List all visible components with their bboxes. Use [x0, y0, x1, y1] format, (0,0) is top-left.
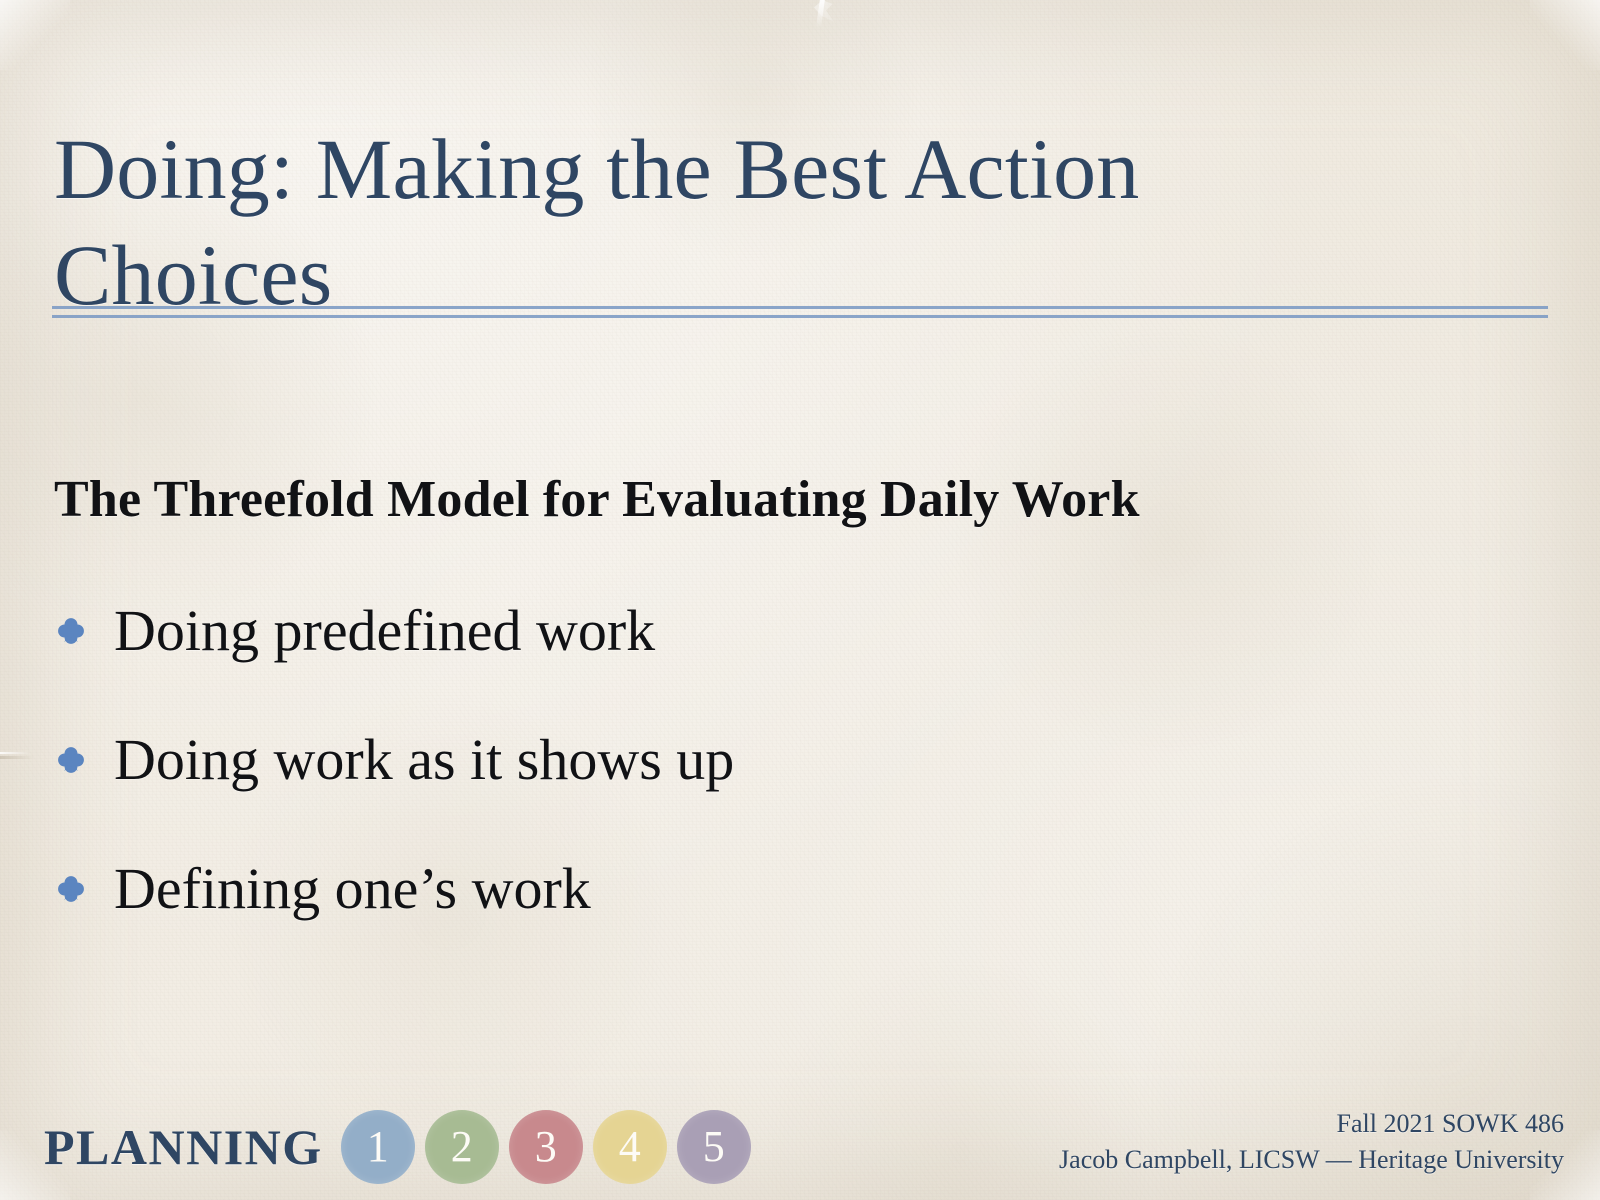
step-dot-1[interactable]: 1	[340, 1110, 415, 1184]
title-divider	[52, 306, 1548, 318]
quatrefoil-bullet-icon	[54, 614, 100, 653]
step-dot-4-number: 4	[618, 1122, 641, 1171]
step-dot-3[interactable]: 3	[508, 1110, 583, 1184]
step-dot-2-number: 2	[450, 1122, 473, 1171]
footer-attribution: Fall 2021 SOWK 486 Jacob Campbell, LICSW…	[1059, 1106, 1564, 1178]
footer-course-line: Fall 2021 SOWK 486	[1336, 1109, 1565, 1139]
step-dot-2[interactable]: 2	[424, 1110, 499, 1184]
footer-progress-indicator: Planning 1 2 3 4 5	[44, 1110, 751, 1184]
step-dot-1-number: 1	[366, 1122, 389, 1171]
list-item: Doing work as it shows up	[54, 726, 1514, 792]
slide-body: The Threefold Model for Evaluating Daily…	[54, 470, 1514, 920]
section-label-planning: Planning	[44, 1119, 323, 1175]
quatrefoil-bullet-icon	[54, 743, 100, 782]
list-item: Doing predefined work	[54, 600, 1514, 663]
step-dot-3-number: 3	[534, 1122, 557, 1171]
step-dot-4[interactable]: 4	[592, 1110, 667, 1184]
body-subheading: The Threefold Model for Evaluating Daily…	[54, 471, 1140, 528]
quatrefoil-bullet-icon	[54, 872, 100, 911]
bullet-item-label: Defining one’s work	[114, 855, 591, 921]
title-divider-rule-top	[52, 306, 1548, 309]
footer-author-line: Jacob Campbell, LICSW — Heritage Univers…	[1059, 1145, 1564, 1175]
step-dot-group: 1 2 3 4 5	[340, 1110, 751, 1184]
step-dot-5-number: 5	[702, 1122, 725, 1171]
step-dot-5[interactable]: 5	[676, 1110, 751, 1184]
bullet-item-label: Doing work as it shows up	[114, 726, 735, 792]
bullet-item-label: Doing predefined work	[114, 598, 656, 664]
bullet-list: Doing predefined work Doing work as it s…	[54, 600, 1514, 920]
slide-canvas: Doing: Making the Best Action Choices Th…	[0, 0, 1600, 1200]
title-divider-rule-bottom	[52, 315, 1548, 318]
slide-title: Doing: Making the Best Action Choices	[54, 120, 1140, 324]
slide-content: Doing: Making the Best Action Choices Th…	[0, 0, 1600, 1200]
list-item: Defining one’s work	[54, 855, 1514, 921]
